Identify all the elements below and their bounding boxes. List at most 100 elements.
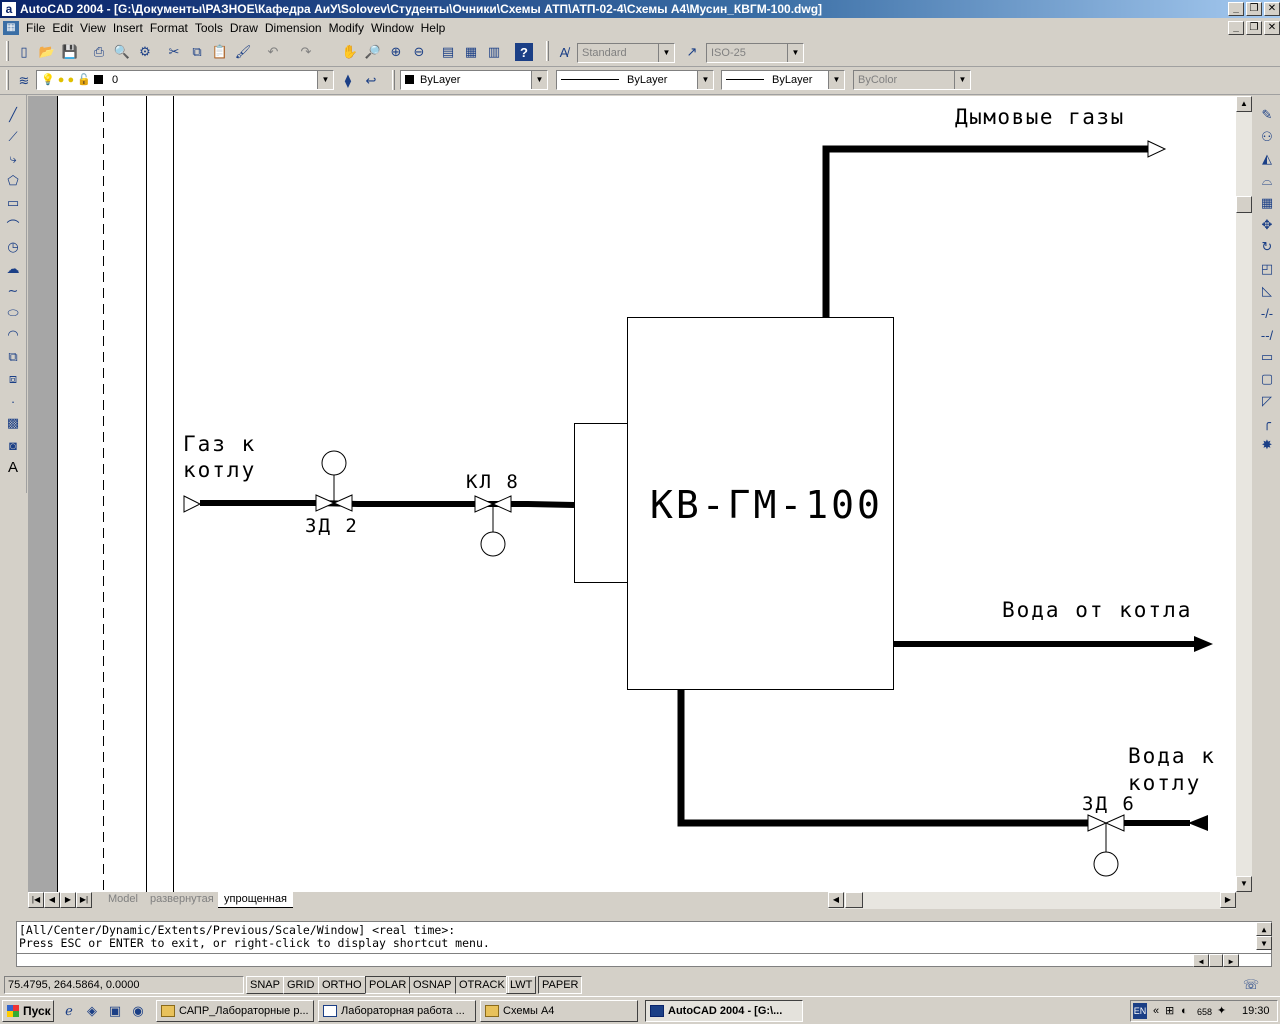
- menu-format[interactable]: Format: [150, 18, 195, 38]
- taskbar-button-3[interactable]: AutoCAD 2004 - [G:\...: [645, 1000, 803, 1022]
- menu-modify[interactable]: Modify: [329, 18, 371, 38]
- horizontal-scroll-thumb[interactable]: [845, 892, 863, 908]
- undo-icon[interactable]: ↶: [262, 41, 284, 63]
- status-toggle-osnap[interactable]: OSNAP: [409, 976, 456, 994]
- tray-expand-icon[interactable]: «: [1153, 1001, 1159, 1021]
- doc-minimize-button[interactable]: _: [1228, 21, 1244, 35]
- taskbar-button-1[interactable]: Лабораторная работа ...: [318, 1000, 476, 1022]
- command-hscroll-thumb[interactable]: [1209, 954, 1223, 967]
- color-select[interactable]: ByLayer ▼: [400, 70, 548, 90]
- command-scroll-down[interactable]: ▼: [1256, 936, 1272, 950]
- region-icon[interactable]: ◙: [3, 435, 23, 455]
- menu-dimension[interactable]: Dimension: [265, 18, 329, 38]
- break-icon[interactable]: ▢: [1257, 369, 1277, 389]
- doc-restore-button[interactable]: ❐: [1246, 21, 1262, 35]
- scroll-up-arrow[interactable]: ▲: [1236, 96, 1252, 112]
- copy-icon[interactable]: ⧉: [186, 41, 208, 63]
- zoom-realtime-icon[interactable]: 🔎: [362, 41, 384, 63]
- command-hscroll-left[interactable]: ◀: [1193, 954, 1209, 967]
- match-properties-icon[interactable]: 🖌: [232, 41, 254, 63]
- revision-cloud-icon[interactable]: ☁: [3, 259, 23, 279]
- new-icon[interactable]: ▯: [13, 41, 35, 63]
- toolbar-grip[interactable]: [546, 41, 549, 61]
- construction-line-icon[interactable]: ⟋: [3, 127, 23, 147]
- zoom-previous-icon[interactable]: ⊖: [408, 41, 430, 63]
- network-icon[interactable]: ⊞: [1165, 1001, 1174, 1021]
- drawing-canvas[interactable]: Дымовые газы КВ-ГМ-100 Газ к котлу ЗД 2 …: [28, 96, 1236, 892]
- minimize-button[interactable]: _: [1228, 2, 1244, 16]
- last-tab-icon[interactable]: ▶|: [76, 892, 92, 908]
- ellipse-arc-icon[interactable]: ◠: [3, 325, 23, 345]
- prev-tab-icon[interactable]: ◀: [44, 892, 60, 908]
- print-preview-icon[interactable]: 🔍: [111, 41, 133, 63]
- linetype-select[interactable]: ByLayer ▼: [556, 70, 714, 90]
- text-style-icon[interactable]: A̸: [553, 41, 575, 63]
- menu-view[interactable]: View: [80, 18, 113, 38]
- dim-style-select[interactable]: ISO-25 ▼: [706, 43, 804, 63]
- menu-help[interactable]: Help: [421, 18, 453, 38]
- zoom-window-icon[interactable]: ⊕: [385, 41, 407, 63]
- tool-palettes-icon[interactable]: ▥: [483, 41, 505, 63]
- status-toggle-lwt[interactable]: LWT: [506, 976, 537, 994]
- arc-icon[interactable]: ⌒: [3, 215, 23, 235]
- status-toggle-otrack[interactable]: OTRACK: [455, 976, 509, 994]
- fillet-icon[interactable]: ╭: [1257, 413, 1277, 433]
- taskbar-button-0[interactable]: САПР_Лабораторные р...: [156, 1000, 314, 1022]
- menu-draw[interactable]: Draw: [230, 18, 265, 38]
- coordinate-readout[interactable]: 75.4795, 264.5864, 0.0000: [4, 976, 244, 994]
- rotate-icon[interactable]: ↻: [1257, 237, 1277, 257]
- layout-tab-0[interactable]: Model: [102, 892, 144, 908]
- toolbar-grip[interactable]: [6, 70, 9, 90]
- lineweight-select[interactable]: ByLayer ▼: [721, 70, 845, 90]
- scale-icon[interactable]: ◰: [1257, 259, 1277, 279]
- line-icon[interactable]: ╱: [3, 105, 23, 125]
- break-at-point-icon[interactable]: ▭: [1257, 347, 1277, 367]
- spline-icon[interactable]: ∼: [3, 281, 23, 301]
- multiline-text-icon[interactable]: A: [3, 457, 23, 477]
- volume-icon[interactable]: ◐: [1181, 1001, 1188, 1021]
- polyline-icon[interactable]: ⤷: [3, 149, 23, 169]
- make-object-layer-current-icon[interactable]: ⧫: [337, 70, 359, 92]
- make-block-icon[interactable]: ⧈: [3, 369, 23, 389]
- move-icon[interactable]: ✥: [1257, 215, 1277, 235]
- help-icon[interactable]: ?: [515, 43, 533, 61]
- status-toggle-grid[interactable]: GRID: [283, 976, 319, 994]
- next-tab-icon[interactable]: ▶: [60, 892, 76, 908]
- dim-style-icon[interactable]: ↗: [681, 41, 703, 63]
- text-style-select[interactable]: Standard ▼: [577, 43, 675, 63]
- offset-icon[interactable]: ⌓: [1257, 171, 1277, 191]
- menu-window[interactable]: Window: [371, 18, 421, 38]
- stretch-icon[interactable]: ◺: [1257, 281, 1277, 301]
- layer-previous-icon[interactable]: ↩: [360, 70, 382, 92]
- status-toggle-ortho[interactable]: ORTHO: [318, 976, 366, 994]
- status-toggle-polar[interactable]: POLAR: [365, 976, 411, 994]
- start-button[interactable]: Пуск: [2, 1000, 54, 1022]
- array-icon[interactable]: ▦: [1257, 193, 1277, 213]
- menu-tools[interactable]: Tools: [195, 18, 230, 38]
- paste-icon[interactable]: 📋: [209, 41, 231, 63]
- first-tab-icon[interactable]: |◀: [28, 892, 44, 908]
- polygon-icon[interactable]: ⬠: [3, 171, 23, 191]
- command-hscroll-right[interactable]: ▶: [1223, 954, 1239, 967]
- command-scroll-up[interactable]: ▲: [1256, 922, 1272, 936]
- communication-center-icon[interactable]: ☏: [1240, 974, 1262, 996]
- command-input[interactable]: ◀ ▶: [17, 953, 1271, 967]
- close-button[interactable]: ✕: [1264, 2, 1280, 16]
- doc-close-button[interactable]: ✕: [1264, 21, 1280, 35]
- layer-select[interactable]: 💡 ● ● 🔓 0 ▼: [36, 70, 334, 90]
- toolbar-grip[interactable]: [6, 41, 9, 61]
- taskbar-button-2[interactable]: Схемы А4: [480, 1000, 638, 1022]
- scroll-down-arrow[interactable]: ▼: [1236, 876, 1252, 892]
- layout-tab-1[interactable]: развернутая: [144, 892, 220, 908]
- media-icon[interactable]: ◉: [127, 1000, 149, 1022]
- horizontal-scrollbar[interactable]: ◀ ▶: [828, 892, 1236, 909]
- cut-icon[interactable]: ✂: [163, 41, 185, 63]
- layout-tab-2[interactable]: упрощенная: [218, 892, 293, 908]
- document-icon[interactable]: ▦: [3, 21, 19, 35]
- quicklaunch-app-icon[interactable]: ◈: [81, 1000, 103, 1022]
- design-center-icon[interactable]: ▦: [460, 41, 482, 63]
- ie-icon[interactable]: ℯ: [58, 1000, 80, 1022]
- save-icon[interactable]: 💾: [59, 41, 81, 63]
- trim-icon[interactable]: -/-: [1257, 303, 1277, 323]
- rectangle-icon[interactable]: ▭: [3, 193, 23, 213]
